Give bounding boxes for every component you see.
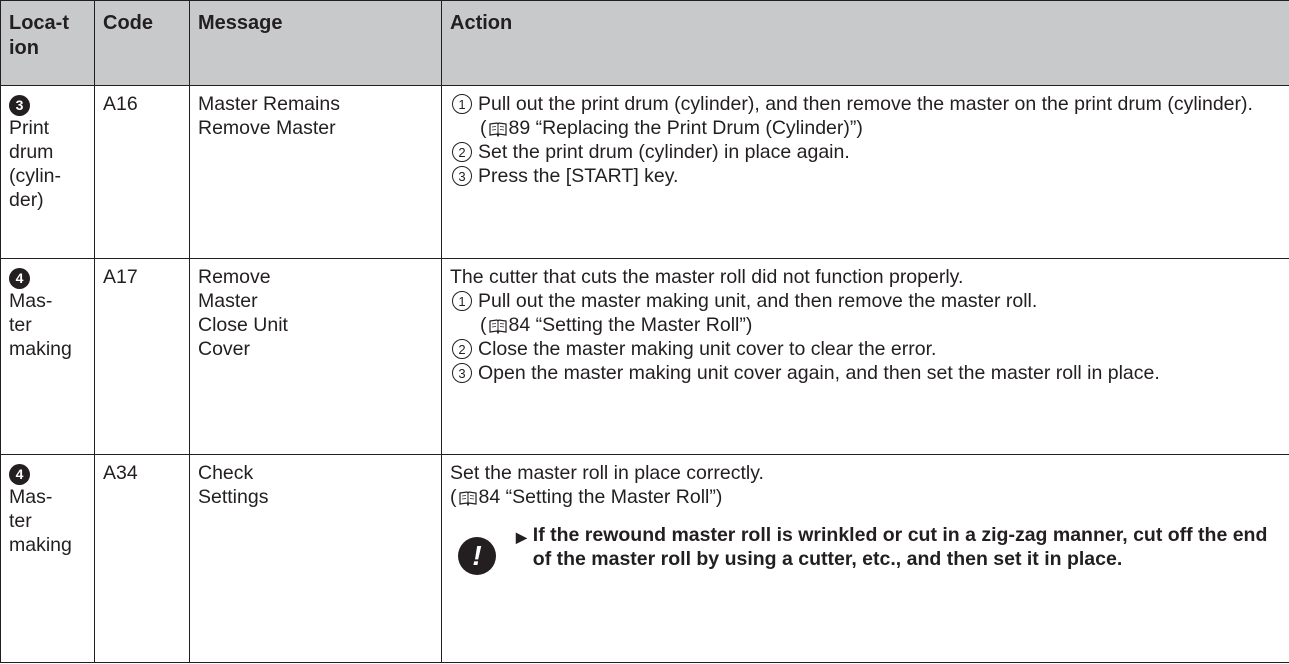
code-cell: A16: [94, 85, 190, 259]
page-reference-link[interactable]: (84 “Setting the Master Roll”): [450, 485, 1281, 509]
action-intro: The cutter that cuts the master roll did…: [450, 266, 964, 288]
step-number: 2: [452, 339, 472, 359]
step-number: 3: [452, 166, 472, 186]
step-text: Close the master making unit cover to cl…: [478, 338, 937, 360]
action-intro: Set the master roll in place correctly.: [450, 462, 764, 484]
location-cell: 4 Mas-ter making: [0, 454, 95, 663]
header-location: Loca-tion: [0, 0, 95, 86]
message-cell: Master Remains Remove Master: [189, 85, 442, 259]
location-cell: 4 Mas-ter making: [0, 258, 95, 455]
action-step: 3 Press the [START] key.: [450, 164, 1281, 188]
step-number: 1: [452, 94, 472, 114]
header-code: Code: [94, 0, 190, 86]
step-text: Press the [START] key.: [478, 165, 679, 187]
action-step: 1 Pull out the print drum (cylinder), an…: [450, 92, 1281, 116]
action-step: 1 Pull out the master making unit, and t…: [450, 289, 1281, 313]
code-cell: A34: [94, 454, 190, 663]
book-icon: [488, 122, 507, 137]
caution-note: ! ▶ If the rewound master roll is wrinkl…: [450, 523, 1281, 575]
message-cell: Check Settings: [189, 454, 442, 663]
step-number: 1: [452, 291, 472, 311]
step-text: Pull out the print drum (cylinder), and …: [478, 93, 1253, 115]
step-number: 3: [452, 363, 472, 383]
action-cell: The cutter that cuts the master roll did…: [441, 258, 1289, 455]
page-reference-link[interactable]: (89 “Replacing the Print Drum (Cylinder)…: [450, 116, 1281, 140]
action-cell: 1 Pull out the print drum (cylinder), an…: [441, 85, 1289, 259]
book-icon: [458, 491, 477, 506]
location-number-badge: 3: [9, 95, 30, 116]
header-message: Message: [189, 0, 442, 86]
table-row: 3 Print drum (cylin-der) A16 Master Rema…: [0, 85, 1289, 259]
exclamation-icon: !: [458, 537, 496, 575]
book-icon: [488, 319, 507, 334]
location-number-badge: 4: [9, 268, 30, 289]
header-action: Action: [441, 0, 1289, 86]
message-cell: Remove Master Close Unit Cover: [189, 258, 442, 455]
action-step: 3 Open the master making unit cover agai…: [450, 361, 1281, 385]
step-text: Pull out the master making unit, and the…: [478, 290, 1038, 312]
location-text: Mas-ter making: [9, 290, 72, 360]
action-cell: Set the master roll in place correctly. …: [441, 454, 1289, 663]
action-step: 2 Set the print drum (cylinder) in place…: [450, 140, 1281, 164]
page-reference-link[interactable]: (84 “Setting the Master Roll”): [450, 313, 1281, 337]
header-row: Loca-tion Code Message Action: [0, 0, 1289, 86]
triangle-bullet-icon: ▶: [516, 529, 527, 545]
action-step: 2 Close the master making unit cover to …: [450, 337, 1281, 361]
location-number-badge: 4: [9, 464, 30, 485]
caution-text: If the rewound master roll is wrinkled o…: [532, 524, 1268, 570]
code-cell: A17: [94, 258, 190, 455]
location-cell: 3 Print drum (cylin-der): [0, 85, 95, 259]
error-code-table: Loca-tion Code Message Action 3 Print dr…: [0, 0, 1289, 663]
location-text: Mas-ter making: [9, 486, 72, 556]
table-row: 4 Mas-ter making A17 Remove Master Close…: [0, 258, 1289, 455]
step-text: Set the print drum (cylinder) in place a…: [478, 141, 850, 163]
table-row: 4 Mas-ter making A34 Check Settings Set …: [0, 454, 1289, 663]
step-number: 2: [452, 142, 472, 162]
step-text: Open the master making unit cover again,…: [478, 362, 1160, 384]
location-text: Print drum (cylin-der): [9, 117, 61, 211]
